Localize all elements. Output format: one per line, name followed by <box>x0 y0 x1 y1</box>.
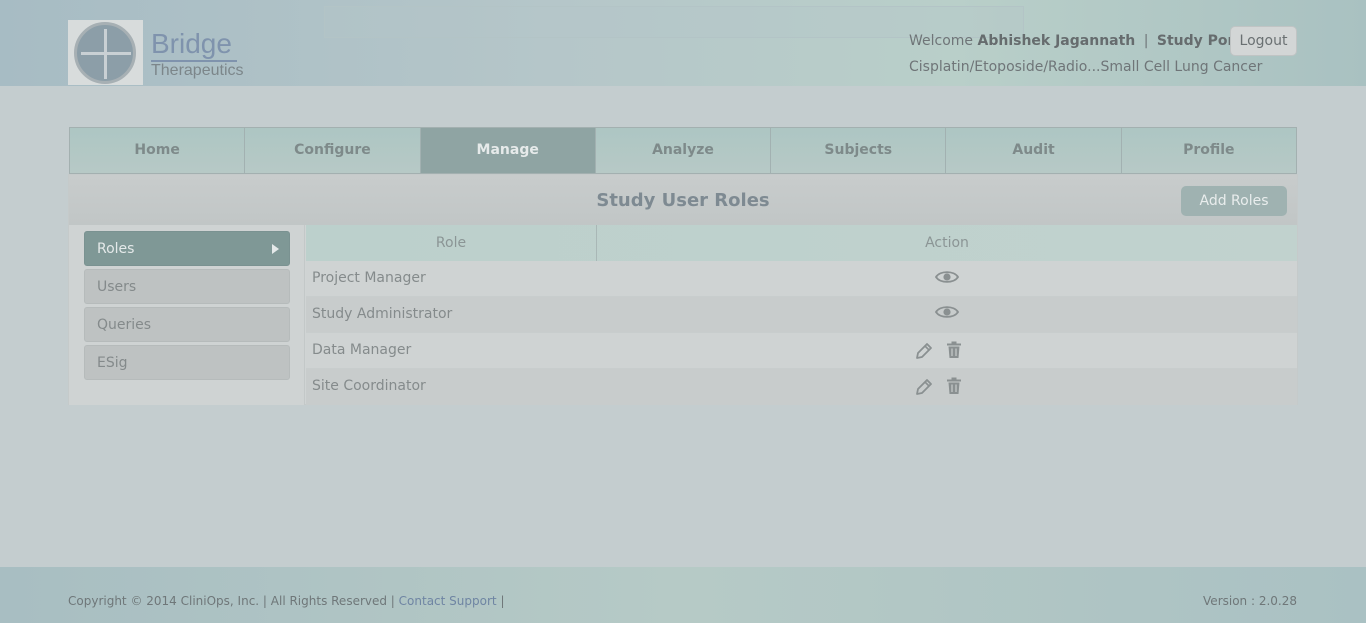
table-row: Study Administrator <box>306 297 1297 333</box>
row-actions <box>914 340 977 362</box>
welcome-prefix: Welcome <box>909 33 974 49</box>
copyright-text: Copyright © 2014 CliniOps, Inc. | All Ri… <box>68 594 395 608</box>
sidebar-item-users[interactable]: Users <box>84 269 290 304</box>
row-actions <box>917 304 977 326</box>
nav-home[interactable]: Home <box>70 128 246 173</box>
page-title: Study User Roles <box>596 190 770 211</box>
table-row: Data Manager <box>306 333 1297 369</box>
column-header-role: Role <box>306 225 597 261</box>
eye-icon[interactable] <box>935 269 959 285</box>
pencil-icon[interactable] <box>914 341 934 361</box>
sidebar-item-queries[interactable]: Queries <box>84 307 290 342</box>
trash-icon[interactable] <box>946 341 962 359</box>
table-header: Role Action <box>306 225 1297 261</box>
sidebar-item-label: Roles <box>97 241 135 257</box>
nav-manage[interactable]: Manage <box>420 128 596 173</box>
role-name: Data Manager <box>312 342 412 358</box>
nav-configure[interactable]: Configure <box>245 128 421 173</box>
sidebar-item-label: Users <box>97 279 137 295</box>
table-row: Project Manager <box>306 261 1297 297</box>
footer: Copyright © 2014 CliniOps, Inc. | All Ri… <box>0 567 1366 623</box>
sidebar-item-esig[interactable]: ESig <box>84 345 290 380</box>
logo-emblem-icon <box>74 22 136 84</box>
separator: | <box>1143 33 1149 49</box>
logo <box>68 20 143 85</box>
nav-audit[interactable]: Audit <box>946 128 1122 173</box>
footer-separator: | <box>500 594 505 608</box>
table-row: Site Coordinator <box>306 369 1297 405</box>
panel-header: Study User Roles Add Roles <box>69 175 1297 225</box>
role-name: Project Manager <box>312 270 426 286</box>
column-header-action: Action <box>925 235 969 251</box>
contact-support-link[interactable]: Contact Support <box>399 594 497 608</box>
roles-table: Role Action Project Manager Study Admini… <box>306 225 1297 405</box>
eye-icon[interactable] <box>935 304 959 320</box>
pencil-icon[interactable] <box>914 377 934 397</box>
logo-subtitle: Therapeutics <box>151 62 244 79</box>
main-nav: Home Configure Manage Analyze Subjects A… <box>69 127 1297 174</box>
sidebar-item-label: ESig <box>97 355 128 371</box>
user-name: Abhishek Jagannath <box>977 33 1136 49</box>
copyright: Copyright © 2014 CliniOps, Inc. | All Ri… <box>68 594 505 608</box>
study-name: Cisplatin/Etoposide/Radio...Small Cell L… <box>909 59 1263 75</box>
sidebar-item-roles[interactable]: Roles <box>84 231 290 266</box>
version-label: Version : 2.0.28 <box>1203 594 1297 608</box>
logo-title: Bridge <box>151 28 237 62</box>
welcome-line: Welcome Abhishek Jagannath | Study Porta… <box>909 33 1255 49</box>
nav-analyze[interactable]: Analyze <box>595 128 772 173</box>
roles-panel: Study User Roles Add Roles Roles Users Q… <box>68 174 1298 405</box>
sidebar-item-label: Queries <box>97 317 152 333</box>
nav-subjects[interactable]: Subjects <box>771 128 947 173</box>
row-actions <box>917 268 977 290</box>
row-actions <box>914 376 977 398</box>
trash-icon[interactable] <box>946 377 962 395</box>
chevron-right-icon <box>272 244 279 254</box>
header-bar: Bridge Therapeutics Welcome Abhishek Jag… <box>0 0 1366 86</box>
role-name: Study Administrator <box>312 306 453 322</box>
logout-button[interactable]: Logout <box>1230 26 1297 56</box>
role-name: Site Coordinator <box>312 378 426 394</box>
nav-profile[interactable]: Profile <box>1121 128 1296 173</box>
sidebar: Roles Users Queries ESig <box>69 225 305 405</box>
add-roles-button[interactable]: Add Roles <box>1181 186 1287 216</box>
